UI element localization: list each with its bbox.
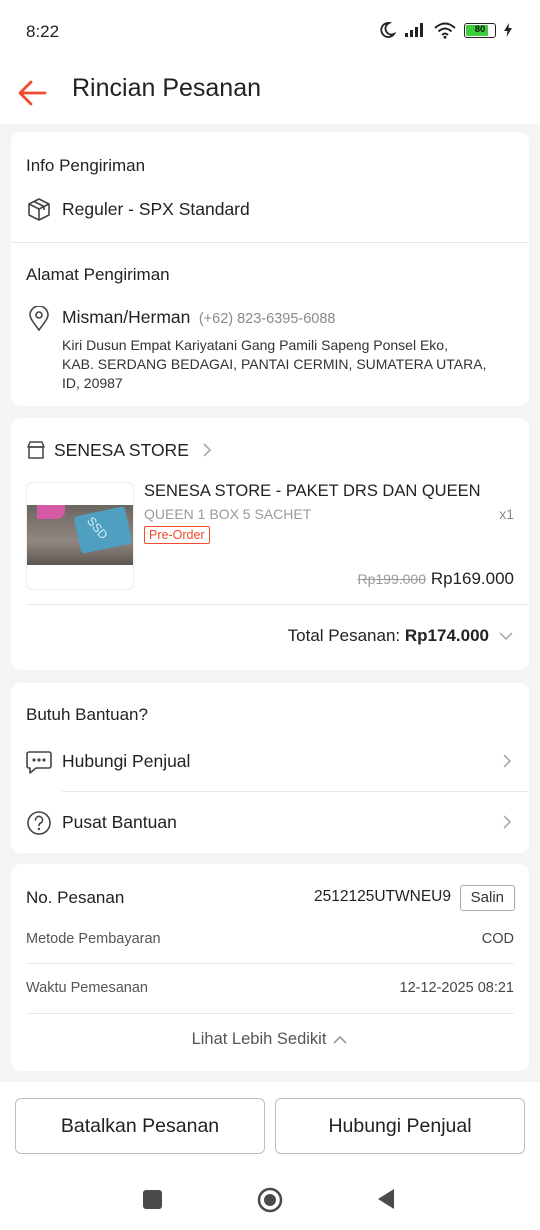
product-image[interactable]: SSD [26,482,134,590]
app-bar: Rincian Pesanan [0,62,540,124]
original-price: Rp199.000 [357,571,426,587]
recipient-phone: (+62) 823-6395-6088 [198,311,336,327]
battery-icon: 80 [464,22,496,38]
store-icon [27,441,45,459]
shipping-card: Info Pengiriman Reguler - SPX Standard A… [11,132,529,406]
back-button[interactable] [376,1188,396,1210]
status-icons: 80 [378,21,512,39]
bottom-action-bar: Batalkan Pesanan Hubungi Penjual [0,1082,540,1174]
chevron-down-icon[interactable] [498,630,514,642]
back-arrow-icon[interactable] [16,76,50,110]
recipient-line: Misman/Herman (+62) 823-6395-6088 [62,307,335,328]
moon-icon [380,22,396,38]
payment-method-value: COD [481,931,514,947]
see-less-toggle[interactable]: Lihat Lebih Sedikit [11,1030,529,1049]
order-total[interactable]: Total Pesanan: Rp174.000 [288,626,489,646]
preorder-badge: Pre-Order [144,526,210,544]
divider [11,242,529,243]
page-title: Rincian Pesanan [72,74,262,102]
order-details-card: No. Pesanan 2512125UTWNEU9 Salin Metode … [11,864,529,1071]
contact-seller-row[interactable]: Hubungi Penjual [11,739,529,791]
order-time-label: Waktu Pemesanan [26,980,148,996]
status-bar: 8:22 80 [0,0,540,62]
shipping-info-title: Info Pengiriman [26,156,146,175]
system-nav-bar [0,1174,540,1230]
product-variant: QUEEN 1 BOX 5 SACHET [144,506,312,522]
shipping-method: Reguler - SPX Standard [62,199,250,219]
order-item-card: SENESA STORE SSD SENESA STORE - PAKET DR… [11,418,529,670]
address-line: KAB. SERDANG BEDAGAI, PANTAI CERMIN, SUM… [62,356,487,372]
question-circle-icon [27,811,51,835]
location-pin-icon [29,306,49,332]
recents-button[interactable] [143,1190,162,1209]
product-name[interactable]: SENESA STORE - PAKET DRS DAN QUEEN [144,482,514,501]
discounted-price: Rp169.000 [430,569,514,588]
address-text: Kiri Dusun Empat Kariyatani Gang Pamili … [62,336,512,393]
see-less-label: Lihat Lebih Sedikit [191,1030,327,1048]
contact-seller-button[interactable]: Hubungi Penjual [275,1098,525,1154]
contact-seller-label: Hubungi Penjual [62,751,191,771]
help-title: Butuh Bantuan? [26,705,148,724]
status-time: 8:22 [26,22,60,41]
address-line: ID, 20987 [62,375,123,391]
store-header[interactable]: SENESA STORE [26,438,213,462]
chevron-right-icon [503,815,512,829]
charging-icon [504,23,512,37]
help-center-label: Pusat Bantuan [62,812,177,832]
order-number-value: 2512125UTWNEU9 [314,888,451,905]
order-total-label: Total Pesanan: [287,626,401,645]
address-title: Alamat Pengiriman [26,265,170,284]
payment-method-label: Metode Pembayaran [26,931,161,947]
signal-icon [405,23,423,37]
recipient-name: Misman/Herman [62,307,191,327]
help-card: Butuh Bantuan? Hubungi Penjual Pusat Ban… [11,683,529,853]
cancel-order-button[interactable]: Batalkan Pesanan [15,1098,265,1154]
delivery-box-icon [28,198,50,221]
chevron-up-icon [333,1035,347,1044]
store-name: SENESA STORE [54,439,189,460]
chat-bubble-icon [26,751,52,774]
divider [26,1013,514,1014]
divider [26,963,514,964]
wifi-icon [434,22,456,39]
copy-button[interactable]: Salin [459,885,515,911]
home-button[interactable] [257,1187,283,1213]
address-line: Kiri Dusun Empat Kariyatani Gang Pamili … [62,337,448,353]
divider [26,604,529,605]
chevron-right-icon [503,754,512,768]
order-time-value: 12-12-2025 08:21 [399,980,515,996]
help-center-row[interactable]: Pusat Bantuan [11,799,529,847]
divider [62,791,529,792]
order-number-label: No. Pesanan [26,888,125,907]
product-quantity: x1 [499,506,514,522]
chevron-right-icon [203,443,212,457]
battery-level: 80 [474,23,486,35]
order-total-value: Rp174.000 [404,626,489,645]
